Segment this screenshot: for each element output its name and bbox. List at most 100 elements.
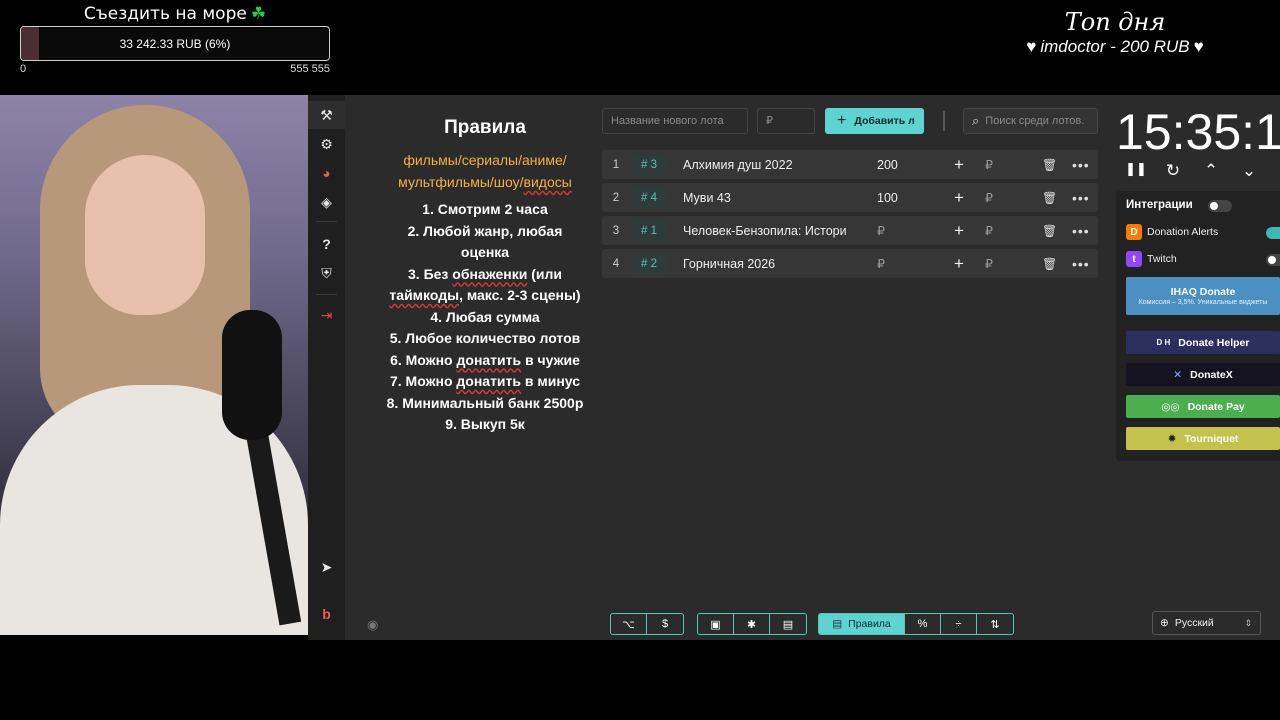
add-amount-icon[interactable]: + [954,155,964,175]
rules-genres-line: фильмы/сериалы/аниме/ [403,152,567,168]
rules-genres-line: мультфильмы/шоу/видосы [360,171,610,193]
rule-item: 9. Выкуп 5к [445,416,525,432]
trash-icon[interactable]: 🗑 [1042,191,1057,205]
trash-icon[interactable]: 🗑 [1042,257,1057,271]
rule-text: в минус [521,373,581,389]
lot-id-badge[interactable]: # 2 [632,253,666,274]
extra-amount-input[interactable]: ₽ [985,256,993,271]
lot-title[interactable]: Муви 43 [683,191,851,205]
add-amount-icon[interactable]: + [954,254,964,274]
lot-search-input[interactable] [985,115,1086,127]
logout-icon: ⇥ [320,306,333,323]
trash-icon[interactable]: 🗑 [1042,224,1057,238]
sidebar-item-layers[interactable]: ◈ [308,188,345,216]
rules-toggle-button[interactable]: ▤ Правила [819,614,905,634]
auction-hammer-icon: ⚒ [320,106,333,123]
rule-text: в чужие [521,351,580,368]
lot-amount[interactable]: 200 [877,158,927,172]
sidebar-item-telegram[interactable]: ➤ [308,553,345,581]
add-lot-button[interactable]: + Добавить л [825,108,924,134]
clear-lots-button[interactable]: ▤ [770,614,806,634]
lot-title[interactable]: Алхимия душ 2022 [683,158,851,172]
sidebar-item-help[interactable]: ? [308,230,345,258]
goal-title-text: Съездить на море [83,4,247,24]
sidebar-item-boosty[interactable]: b [308,600,345,628]
sidebar-item-settings[interactable]: ⚙ [308,130,345,158]
lot-number: 4 [612,257,620,270]
donate-helper-button[interactable]: D H Donate Helper [1126,331,1280,354]
sidebar-item-wheel[interactable]: ◕ [308,159,345,187]
lot-id-badge[interactable]: # 3 [632,154,666,175]
more-icon[interactable]: ••• [1072,157,1090,173]
tourniquet-icon: ✹ [1167,432,1177,445]
bug-report-button[interactable]: ✱ [734,614,770,634]
clover-icon: ☘ [250,4,267,24]
ihaq-donate-button[interactable]: IHAQ Donate Комиссия – 3,5%. Уникальные … [1126,277,1280,315]
toggle-knob [1268,256,1276,264]
lot-row: 2 # 4 Муви 43 100 + ₽ 🗑 ••• [602,183,1098,212]
sidebar: ⚒ ⚙ ◕ ◈ ? ⛨ ⇥ ➤ b [308,95,345,640]
donatex-label: DonateX [1190,368,1233,381]
extra-amount-input[interactable]: ₽ [985,223,993,238]
lot-title[interactable]: Человек-Бензопила: Истори [683,224,851,238]
lot-id-badge[interactable]: # 4 [632,187,666,208]
trash-icon[interactable]: 🗑 [1042,158,1057,172]
eye-icon[interactable]: ◉ [367,617,378,633]
save-button[interactable]: ▣ [698,614,734,634]
lot-title[interactable]: Горничная 2026 [683,257,851,271]
add-amount-icon[interactable]: + [954,188,964,208]
rule-item: таймкоды, макс. 2-3 сцены) [360,285,610,307]
rule-text: 6. Можно [390,351,457,368]
sidebar-item-logout[interactable]: ⇥ [308,301,345,329]
more-icon[interactable]: ••• [1072,223,1090,239]
sidebar-item-privacy[interactable]: ⛨ [308,259,345,287]
percent-button[interactable]: % [905,614,941,634]
donate-button[interactable]: $ [647,614,683,634]
tourniquet-button[interactable]: ✹ Tourniquet [1126,427,1280,450]
language-select[interactable]: ⊕ Русский ⇕ [1152,611,1261,635]
donatex-button[interactable]: ✕ DonateX [1126,363,1280,386]
lot-search-field[interactable]: ⌕ [963,108,1098,134]
pause-icon[interactable]: ❚❚ [1124,161,1148,177]
new-lot-name-input[interactable] [602,108,748,134]
sort-button[interactable]: ⇅ [977,614,1013,634]
more-icon[interactable]: ••• [1072,190,1090,206]
rule-text: , макс. 2-3 сцены) [459,287,581,303]
twitch-icon: t [1126,251,1142,267]
heart-icon: ♥ [1193,37,1204,56]
integrations-toggle[interactable] [1208,200,1232,212]
extra-amount-input[interactable]: ₽ [985,157,993,172]
rule-text: донатить [456,373,521,389]
reset-icon[interactable]: ↻ [1161,161,1185,181]
rule-item: 3. Без обнаженки (или [360,264,610,286]
auction-timer: 15:35:16 [1116,104,1280,160]
rule-item: 6. Можно донатить в чужие [360,350,610,372]
rule-item: 8. Минимальный банк 2500р [386,394,584,411]
add-amount-icon[interactable]: + [954,221,964,241]
lot-amount[interactable]: 100 [877,191,927,205]
sidebar-item-auction[interactable]: ⚒ [308,101,345,129]
lot-id-badge[interactable]: # 1 [632,220,666,241]
sidebar-divider [316,221,337,222]
new-lot-sum-input[interactable] [757,108,815,134]
goal-max-label: 555 555 [290,63,330,75]
rule-item: 7. Можно донатить в минус [360,371,610,393]
extra-amount-input[interactable]: ₽ [985,190,993,205]
twitch-toggle[interactable] [1266,254,1280,266]
save-icon: ▣ [710,618,721,631]
more-icon[interactable]: ••• [1072,256,1090,272]
rules-icon: ▤ [832,618,843,630]
github-button[interactable]: ⌥ [611,614,647,634]
lot-amount[interactable]: ₽ [877,223,927,238]
time-up-icon[interactable]: ⌃ [1199,161,1223,181]
divide-button[interactable]: ÷ [941,614,977,634]
rules-panel: Правила фильмы/сериалы/аниме/ мультфильм… [360,117,610,436]
view-button-group: ▤ Правила % ÷ ⇅ [818,613,1014,635]
goal-progress-bar: 33 242.33 RUB (6%) [20,26,330,61]
donation-alerts-toggle[interactable] [1266,227,1280,239]
rule-item: оценка [460,244,510,260]
donate-pay-button[interactable]: ◎◎ Donate Pay [1126,395,1280,418]
integration-donation-alerts: D Donation Alerts [1126,224,1218,240]
time-down-icon[interactable]: ⌄ [1237,161,1261,181]
lot-amount[interactable]: ₽ [877,256,927,271]
